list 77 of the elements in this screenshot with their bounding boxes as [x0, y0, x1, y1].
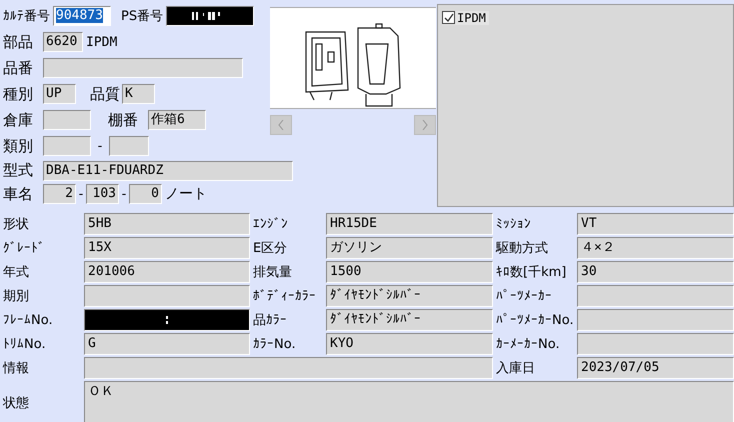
field-label: ﾐｯｼｮﾝ — [495, 216, 532, 234]
field-label: ﾊﾟｰﾂﾒｰｶｰNo. — [495, 312, 575, 330]
field-label: 形状 — [2, 216, 30, 234]
chevron-left-icon — [278, 120, 284, 130]
field-label: ｶﾙﾃ番号 — [3, 8, 50, 25]
field-label: 品番 — [3, 58, 34, 78]
input-field[interactable]: ガソリン — [326, 237, 493, 259]
field-label: 品質 — [90, 84, 121, 104]
field-label: PS番号 — [121, 8, 164, 25]
text-area[interactable]: ＯＫ — [84, 381, 734, 422]
field-label: 品ｶﾗｰ — [252, 312, 288, 330]
field-label: ｴﾝｼﾞﾝ — [252, 216, 289, 234]
separator-text: - — [120, 186, 128, 202]
redaction-mark-icon — [165, 315, 169, 325]
field-label: ｶｰﾒｰｶｰNo. — [495, 336, 561, 354]
field-label: ﾊﾟｰﾂﾒｰｶｰ — [495, 288, 553, 306]
input-field[interactable]: KYO — [326, 333, 493, 355]
input-field[interactable]: UP — [43, 84, 76, 104]
input-field[interactable]: DBA-E11-FDUARDZ — [43, 160, 293, 181]
input-field[interactable]: G — [84, 333, 250, 355]
separator-text: - — [96, 138, 104, 154]
masked-field[interactable] — [166, 6, 254, 26]
field-label: 車名 — [3, 184, 34, 204]
input-field[interactable]: 2 — [43, 184, 76, 204]
input-field[interactable]: 15X — [84, 237, 250, 259]
field-label: 情報 — [2, 360, 30, 378]
input-field[interactable]: ﾀﾞｲﾔﾓﾝﾄﾞｼﾙﾊﾞｰ — [326, 285, 493, 307]
item-checkbox[interactable]: IPDM — [442, 10, 489, 24]
separator-text: - — [78, 186, 84, 202]
field-label: ｸﾞﾚｰﾄﾞ — [2, 240, 46, 258]
field-label: 期別 — [2, 288, 30, 306]
input-field[interactable]: 30 — [577, 261, 734, 283]
part-name: IPDM — [86, 34, 118, 50]
checkmark-icon — [443, 12, 454, 23]
field-label: 型式 — [3, 161, 34, 180]
masked-field[interactable] — [84, 309, 250, 331]
input-field[interactable]: 201006 — [84, 261, 250, 283]
field-label: 年式 — [2, 264, 30, 282]
field-label: 排気量 — [252, 264, 293, 282]
field-label: E区分 — [252, 240, 288, 258]
field-label: ﾎﾞﾃﾞｨｰｶﾗｰ — [252, 288, 317, 306]
input-field[interactable]: 1500 — [326, 261, 493, 283]
input-field[interactable] — [577, 285, 734, 307]
field-label: 部品 — [3, 32, 34, 52]
field-label: ｷﾛ数[千km] — [495, 264, 568, 282]
field-label: 棚番 — [108, 110, 139, 130]
input-field[interactable]: ４×２ — [577, 237, 734, 259]
input-field[interactable] — [577, 333, 734, 355]
field-label: ﾄﾘﾑNo. — [2, 336, 47, 354]
input-field[interactable]: 作箱6 — [148, 110, 206, 130]
input-field[interactable]: 2023/07/05 — [577, 357, 734, 379]
input-field[interactable]: VT — [577, 213, 734, 235]
input-field[interactable] — [43, 110, 91, 130]
field-label: ｶﾗｰNo. — [252, 336, 297, 354]
field-label: 駆動方式 — [494, 240, 549, 258]
input-field[interactable]: ﾀﾞｲﾔﾓﾝﾄﾞｼﾙﾊﾞｰ — [326, 309, 493, 331]
input-field[interactable]: 5HB — [84, 213, 250, 235]
input-field[interactable] — [109, 136, 149, 156]
input-field[interactable]: 0 — [129, 184, 162, 204]
chevron-right-icon — [422, 120, 428, 130]
field-label: 倉庫 — [3, 110, 34, 130]
input-field[interactable] — [43, 136, 91, 156]
input-field[interactable] — [43, 58, 243, 78]
field-label: 種別 — [3, 84, 34, 104]
input-field[interactable]: 103 — [86, 184, 119, 204]
input-field[interactable] — [577, 309, 734, 331]
input-field[interactable] — [84, 285, 250, 307]
field-label: 類別 — [3, 136, 34, 156]
input-field[interactable]: 904873 — [53, 6, 111, 26]
input-field[interactable]: 6620 — [43, 32, 83, 52]
input-field[interactable] — [84, 357, 493, 379]
field-label: ﾌﾚｰﾑNo. — [2, 312, 54, 330]
input-field[interactable]: HR15DE — [326, 213, 493, 235]
field-label: 状態 — [2, 395, 30, 413]
car-name: ノート — [165, 185, 207, 204]
input-field[interactable]: K — [122, 84, 155, 104]
field-label: 入庫日 — [495, 360, 536, 378]
